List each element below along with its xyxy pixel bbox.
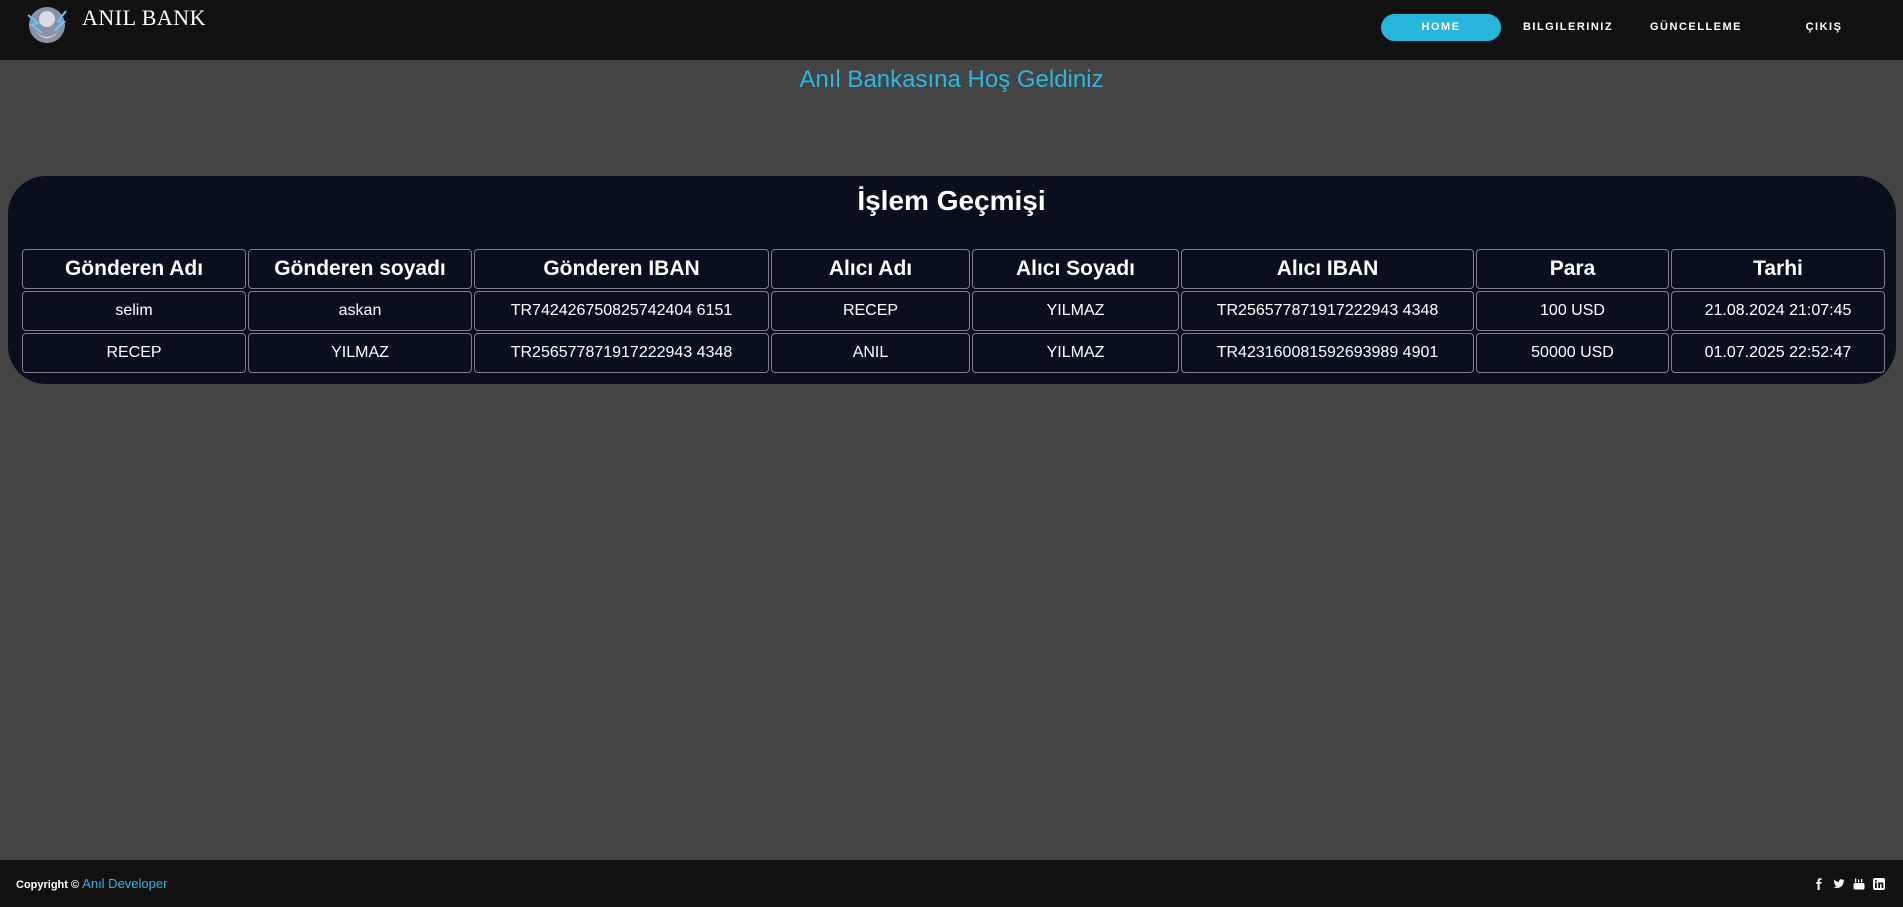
column-header: Gönderen soyadı: [248, 249, 472, 289]
table-cell: TR423160081592693989 4901: [1181, 333, 1474, 373]
column-header: Alıcı Adı: [771, 249, 970, 289]
table-cell: 21.08.2024 21:07:45: [1671, 291, 1885, 331]
table-cell: 100 USD: [1476, 291, 1669, 331]
linkedin-icon[interactable]: [1873, 877, 1885, 890]
facebook-icon[interactable]: [1813, 877, 1825, 890]
zeus-logo-icon: [27, 7, 67, 43]
table-cell: 50000 USD: [1476, 333, 1669, 373]
twitter-icon[interactable]: [1833, 877, 1845, 889]
copyright-label: Copyright ©: [16, 879, 80, 891]
nav-cikis[interactable]: ÇIKIŞ: [1780, 14, 1868, 41]
nav-bilgileriniz[interactable]: BILGILERINIZ: [1516, 14, 1620, 41]
youtube-icon[interactable]: [1853, 877, 1865, 890]
column-header: Para: [1476, 249, 1669, 289]
column-header: Alıcı Soyadı: [972, 249, 1179, 289]
brand-name: ANIL BANK: [82, 5, 207, 30]
table-cell: askan: [248, 291, 472, 331]
history-table: Gönderen Adı Gönderen soyadı Gönderen IB…: [20, 247, 1887, 375]
table-cell: RECEP: [22, 333, 246, 373]
developer-link[interactable]: Anıl Developer: [82, 876, 167, 891]
column-header: Gönderen Adı: [22, 249, 246, 289]
top-navbar: ANIL BANK HOME BILGILERINIZ GÜNCELLEME Ç…: [0, 0, 1903, 60]
table-cell: YILMAZ: [248, 333, 472, 373]
welcome-heading: Anıl Bankasına Hoş Geldiniz: [799, 66, 1104, 93]
table-cell: TR256577871917222943 4348: [1181, 291, 1474, 331]
brand-logo[interactable]: ANIL BANK: [20, 0, 206, 48]
footer: Copyright © Anıl Developer: [0, 860, 1903, 907]
nav-home[interactable]: HOME: [1381, 14, 1501, 41]
table-cell: YILMAZ: [972, 291, 1179, 331]
history-title: İşlem Geçmişi: [857, 185, 1046, 216]
table-cell: YILMAZ: [972, 333, 1179, 373]
table-cell: ANIL: [771, 333, 970, 373]
table-cell: 01.07.2025 22:52:47: [1671, 333, 1885, 373]
table-cell: RECEP: [771, 291, 970, 331]
social-links: [1813, 877, 1885, 890]
table-cell: TR742426750825742404 6151: [474, 291, 769, 331]
nav-guncelleme[interactable]: GÜNCELLEME: [1640, 14, 1752, 41]
column-header: Gönderen IBAN: [474, 249, 769, 289]
copyright-text: Copyright © Anıl Developer: [16, 876, 167, 891]
column-header: Tarhi: [1671, 249, 1885, 289]
table-header-row: Gönderen Adı Gönderen soyadı Gönderen IB…: [22, 249, 1885, 289]
table-cell: TR256577871917222943 4348: [474, 333, 769, 373]
column-header: Alıcı IBAN: [1181, 249, 1474, 289]
table-cell: selim: [22, 291, 246, 331]
table-row: selim askan TR742426750825742404 6151 RE…: [22, 291, 1885, 331]
table-row: RECEP YILMAZ TR256577871917222943 4348 A…: [22, 333, 1885, 373]
